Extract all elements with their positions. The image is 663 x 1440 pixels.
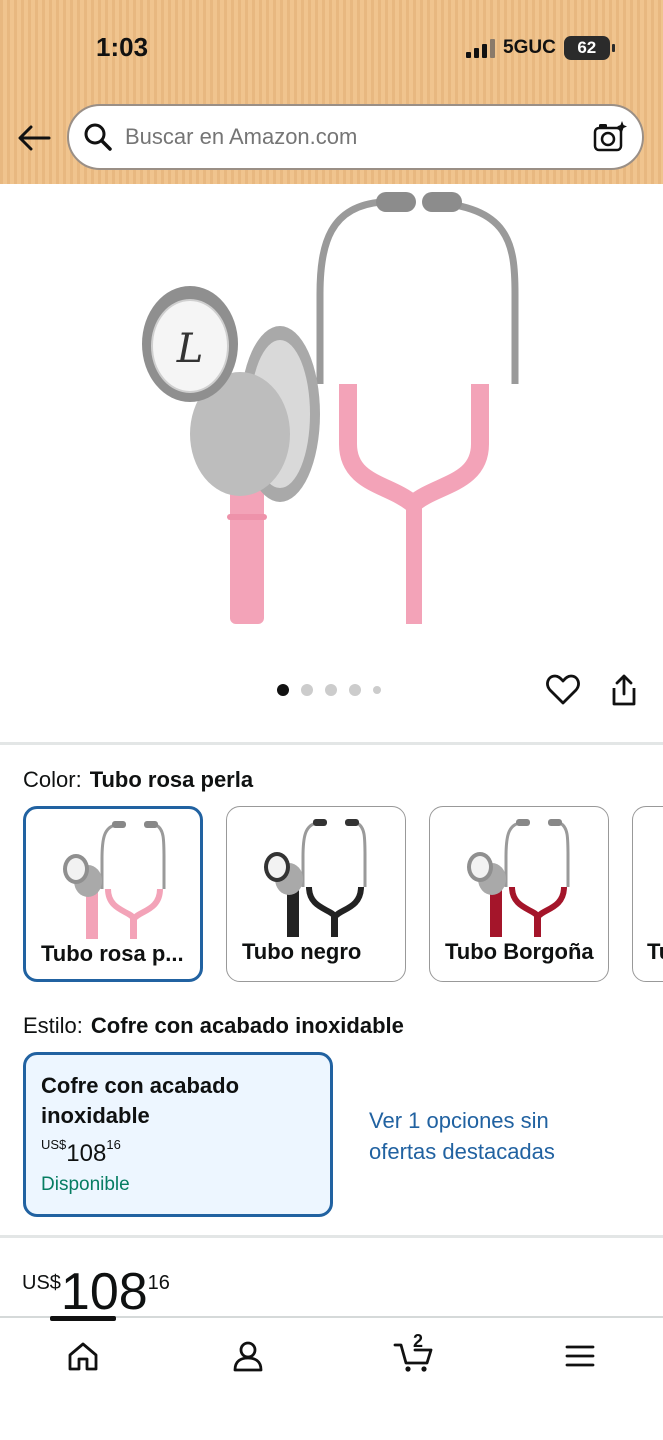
swatch-image [467,819,570,937]
style-option-card[interactable]: Cofre con acabado inoxidable US$10816 Di… [23,1052,333,1217]
cart-count-badge: 2 [413,1331,424,1351]
signal-icon [466,38,495,58]
swatch-label: Tubo negro [242,939,362,964]
share-icon[interactable] [606,672,642,708]
color-swatches: Tubo rosa p... Tubo negro Tubo Borgoña T… [23,806,663,984]
battery-icon: 62 [563,36,615,60]
camera-search-icon[interactable] [592,119,628,155]
carousel-dot[interactable] [301,684,313,696]
heart-icon[interactable] [545,672,581,708]
availability-status: Disponible [41,1174,130,1195]
account-icon[interactable] [228,1336,268,1376]
see-more-options-link[interactable]: Ver 1 opciones sin ofertas destacadas [369,1105,555,1167]
active-tab-indicator [50,1316,116,1321]
swatch-partial[interactable]: Tu [632,806,663,982]
style-option-name: Cofre con acabado inoxidable [41,1073,240,1128]
bottom-nav [0,1316,663,1440]
carousel-dot[interactable] [349,684,361,696]
status-icons: 5GUC 62 [466,36,615,60]
home-icon[interactable] [63,1336,103,1376]
style-option-price: US$10816 [41,1137,121,1167]
selected-color: Tubo rosa perla [89,767,254,792]
selected-style: Cofre con acabado inoxidable [90,1013,404,1038]
network-type: 5GUC [503,37,556,58]
image-carousel-dots[interactable] [277,684,381,696]
swatch-black[interactable]: Tubo negro [226,806,406,982]
status-time: 1:03 [96,32,149,62]
swatch-pink[interactable]: Tubo rosa p... [23,806,203,982]
swatch-label: Tubo Borgoña [445,939,594,964]
product-image[interactable]: L [130,184,530,629]
carousel-dot[interactable] [373,686,381,694]
menu-icon[interactable] [560,1336,600,1376]
product-price: US$ 108 16 [22,1263,170,1321]
swatch-image [63,821,166,939]
section-divider [0,1235,663,1238]
swatch-label: Tubo rosa p... [41,941,184,966]
search-bar[interactable] [67,104,644,170]
back-arrow-icon[interactable] [14,120,54,156]
search-icon [84,123,112,151]
header: 1:03 5GUC 62 [0,0,663,184]
color-label: Color: Tubo rosa perla [23,767,254,792]
carousel-dot[interactable] [325,684,337,696]
svg-text:L: L [176,326,204,372]
search-input[interactable] [125,124,592,150]
style-label: Estilo: Cofre con acabado inoxidable [23,1013,404,1038]
section-divider [0,742,663,745]
swatch-image [264,819,367,937]
swatch-burgundy[interactable]: Tubo Borgoña [429,806,609,982]
carousel-dot[interactable] [277,684,289,696]
swatch-label: Tu [647,939,663,964]
